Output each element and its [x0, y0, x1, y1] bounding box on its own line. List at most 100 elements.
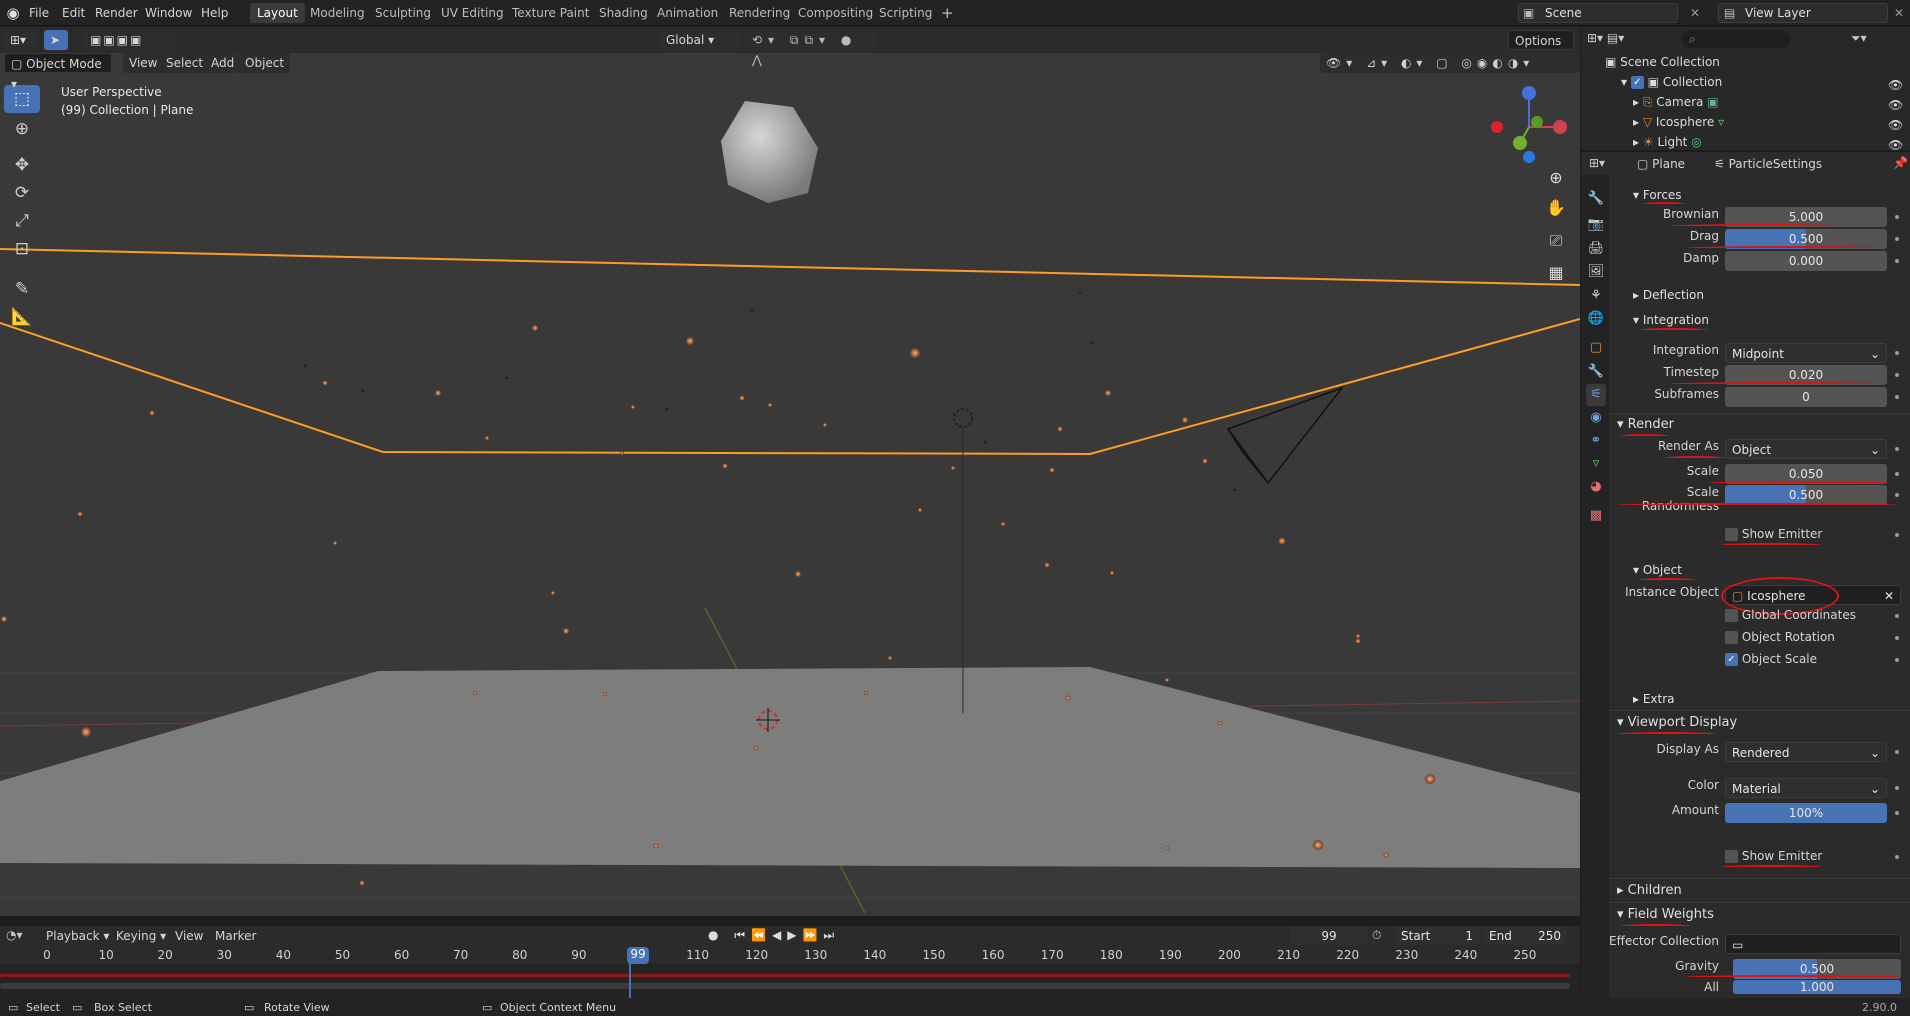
- object-tab-icon[interactable]: ▢: [1586, 337, 1606, 359]
- rotate-icon[interactable]: ⟳: [4, 179, 40, 207]
- show-emitter-display-checkbox[interactable]: Show Emitter: [1725, 849, 1822, 863]
- physics-tab-icon[interactable]: ◉: [1586, 407, 1606, 429]
- checkbox-icon[interactable]: ✓: [1725, 653, 1738, 666]
- hand-icon[interactable]: ✋: [1544, 198, 1568, 222]
- outliner-scene-collection[interactable]: ▣ Scene Collection: [1605, 52, 1720, 72]
- render-tab-icon[interactable]: 📷: [1586, 214, 1606, 236]
- display-as-dropdown[interactable]: Rendered ⌄: [1725, 742, 1887, 762]
- viewport-shading-icons[interactable]: 👁▾ ⊿▾ ◐▾ ▢ ◎◉◐◑▾: [1320, 53, 1580, 73]
- tab-modeling[interactable]: Modeling: [303, 3, 372, 23]
- object-scale-checkbox[interactable]: ✓ Object Scale: [1725, 652, 1817, 666]
- scale-icon[interactable]: ⤢: [4, 207, 40, 235]
- move-icon[interactable]: ✥: [4, 151, 40, 179]
- plane-mesh[interactable]: [0, 667, 1580, 868]
- outliner-item-light[interactable]: ▸ ☀ Light ◎: [1633, 132, 1702, 152]
- animate-dot[interactable]: [1895, 614, 1899, 618]
- menu-render[interactable]: Render: [90, 4, 143, 22]
- object-rotation-checkbox[interactable]: Object Rotation: [1725, 630, 1835, 644]
- animate-dot[interactable]: [1895, 395, 1899, 399]
- field-weights-panel-header[interactable]: ▾ Field Weights: [1617, 905, 1714, 925]
- animate-dot[interactable]: [1895, 855, 1899, 859]
- animate-dot[interactable]: [1895, 215, 1899, 219]
- animate-dot[interactable]: [1895, 533, 1899, 537]
- menu-marker[interactable]: Marker: [215, 929, 256, 943]
- search-input[interactable]: ⌕: [1681, 30, 1791, 48]
- blender-logo-icon[interactable]: ◉: [4, 4, 22, 22]
- clear-icon[interactable]: ✕: [1884, 586, 1900, 606]
- animate-dot[interactable]: [1895, 447, 1899, 451]
- end-frame-field[interactable]: End 250: [1483, 927, 1567, 945]
- tab-texture-paint[interactable]: Texture Paint: [505, 3, 596, 23]
- orientation-selector[interactable]: Global ▾: [660, 30, 740, 50]
- animate-dot[interactable]: [1895, 750, 1899, 754]
- animate-dot[interactable]: [1895, 237, 1899, 241]
- show-emitter-render-checkbox[interactable]: Show Emitter: [1725, 527, 1822, 541]
- global-coordinates-checkbox[interactable]: Global Coordinates: [1725, 608, 1856, 622]
- color-dropdown[interactable]: Material ⌄: [1725, 778, 1887, 798]
- object-panel-header[interactable]: ▾ Object: [1633, 560, 1682, 580]
- outliner-item-icosphere[interactable]: ▸ ▽ Icosphere ▿: [1633, 112, 1724, 132]
- animate-dot[interactable]: [1895, 373, 1899, 377]
- grid-icon[interactable]: ▦: [1544, 263, 1568, 287]
- close-icon[interactable]: ✕: [1690, 6, 1700, 20]
- menu-playback[interactable]: Playback ▾: [46, 929, 109, 943]
- menu-keying[interactable]: Keying ▾: [116, 929, 166, 943]
- world-tab-icon[interactable]: 🌐: [1586, 308, 1606, 330]
- zoom-icon[interactable]: ⊕: [1544, 168, 1568, 192]
- tab-animation[interactable]: Animation: [650, 3, 725, 23]
- close-icon[interactable]: ✕: [1894, 6, 1904, 20]
- all-field[interactable]: 1.000: [1733, 980, 1901, 994]
- annotate-icon[interactable]: ✎: [4, 275, 40, 303]
- animate-dot[interactable]: [1895, 636, 1899, 640]
- menu-window[interactable]: Window: [140, 4, 197, 22]
- scene-selector[interactable]: Scene: [1518, 3, 1678, 23]
- data-tab-icon[interactable]: ▿: [1586, 453, 1606, 475]
- deflection-panel-header[interactable]: ▸ Deflection: [1633, 285, 1704, 305]
- damp-field[interactable]: 0.000: [1725, 251, 1887, 271]
- animate-dot[interactable]: [1895, 786, 1899, 790]
- cursor-icon[interactable]: ⊕: [4, 115, 40, 143]
- particles-tab-icon[interactable]: ⚟: [1586, 384, 1606, 406]
- output-tab-icon[interactable]: 🖨: [1586, 238, 1606, 260]
- pin-icon[interactable]: 📌: [1893, 156, 1908, 170]
- timeline[interactable]: 0 10 20 30 40 50 60 70 80 90 99 110 120 130 140 150 160 1…: [0, 946, 1580, 998]
- menu-view[interactable]: View: [123, 53, 164, 73]
- add-workspace-button[interactable]: +: [934, 3, 961, 23]
- subframes-field[interactable]: 0: [1725, 387, 1887, 407]
- animate-dot[interactable]: [1895, 472, 1899, 476]
- view-layer-tab-icon[interactable]: 🖼: [1586, 261, 1606, 283]
- menu-file[interactable]: File: [24, 4, 54, 22]
- properties-editor-icon[interactable]: ⊞▾: [1589, 156, 1605, 170]
- camera-object[interactable]: [1226, 386, 1345, 485]
- camera-view-icon[interactable]: ⎚: [1544, 231, 1568, 255]
- timeline-editor-icon[interactable]: ◔▾: [6, 928, 23, 942]
- current-frame-field[interactable]: 99: [1290, 927, 1368, 945]
- measure-icon[interactable]: 📐: [4, 303, 40, 331]
- animate-dot[interactable]: [1895, 259, 1899, 263]
- animate-dot[interactable]: [1895, 811, 1899, 815]
- render-panel-header[interactable]: ▾ Render: [1617, 415, 1674, 435]
- snap-proportional-icons[interactable]: ⟲▾ ⧉⧉▾ ● ⋀: [746, 30, 876, 67]
- menu-edit[interactable]: Edit: [57, 4, 90, 22]
- tab-rendering[interactable]: Rendering: [722, 3, 797, 23]
- eye-icon[interactable]: 👁 👁 👁 👁: [1888, 75, 1903, 155]
- animate-dot[interactable]: [1895, 493, 1899, 497]
- outliner-editor-icon[interactable]: ⊞▾ ▤▾: [1587, 31, 1624, 45]
- scale-randomness-field[interactable]: 0.500: [1725, 485, 1887, 505]
- tab-compositing[interactable]: Compositing: [791, 3, 880, 23]
- playback-controls[interactable]: ● ⏮⏪◀▶⏩⏭: [708, 928, 840, 943]
- texture-tab-icon[interactable]: ▩: [1586, 505, 1606, 527]
- select-mode-icons[interactable]: ▣▣▣▣: [84, 30, 176, 50]
- menu-help[interactable]: Help: [196, 4, 233, 22]
- select-box-icon[interactable]: ⬚: [4, 85, 40, 113]
- icosphere-mesh[interactable]: [721, 101, 818, 203]
- checkbox-icon[interactable]: [1725, 528, 1738, 541]
- tool-tab-icon[interactable]: 🔧: [1586, 188, 1606, 210]
- animate-dot[interactable]: [1895, 658, 1899, 662]
- menu-add[interactable]: Add: [205, 53, 241, 73]
- checkbox-icon[interactable]: ✓: [1630, 76, 1644, 89]
- light-object[interactable]: [953, 408, 973, 428]
- effector-collection-field[interactable]: ▭: [1725, 934, 1901, 954]
- material-tab-icon[interactable]: ◕: [1586, 476, 1606, 498]
- mode-selector[interactable]: ▢ Object Mode ▾: [4, 53, 112, 91]
